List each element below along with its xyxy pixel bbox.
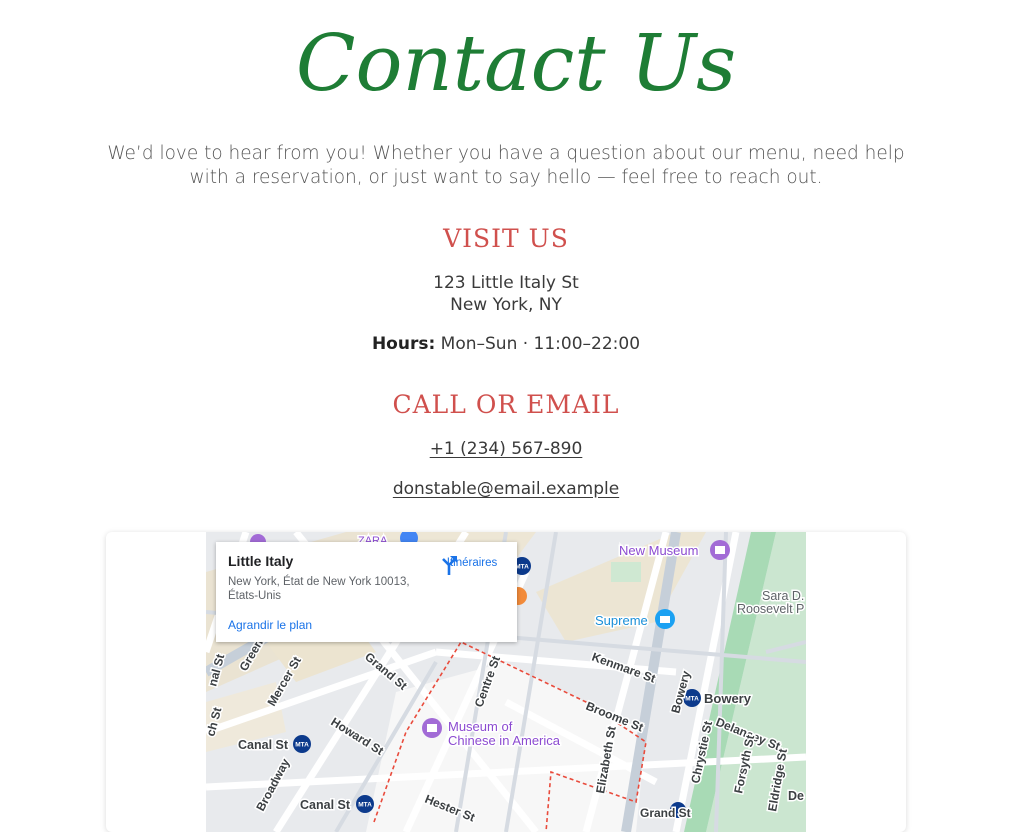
label-de: De [788,789,804,803]
phone-link[interactable]: +1 (234) 567-890 [430,439,583,459]
place-name: Little Italy [228,553,294,569]
hours-line: Hours: Mon–Sun · 11:00–22:00 [0,334,1012,354]
mta-badge-1: MTA [515,564,529,571]
address-line-2: New York, NY [450,295,562,315]
email-link[interactable]: donstable@email.example [393,479,619,499]
label-new-museum: New Museum [619,543,698,558]
mta-badge-2: MTA [685,696,699,703]
mta-badge-3: MTA [295,742,309,749]
label-bowery-station: Bowery [704,691,752,706]
call-heading: CALL OR EMAIL [392,390,620,419]
visit-heading: VISIT US [443,224,569,253]
enlarge-map-link[interactable]: Agrandir le plan [228,618,312,632]
address-line-1: 123 Little Italy St [433,273,579,293]
map-info-card: Little Italy New York, État de New York … [216,542,517,642]
hours-value: Mon–Sun · 11:00–22:00 [440,334,641,354]
map-embed[interactable]: MTA MTA MTA MTA New Museum Sara D. Roose… [206,532,806,832]
label-sara: Sara D. [762,589,804,603]
mta-badge-4: MTA [358,802,372,809]
label-canal-2: Canal St [300,798,351,812]
label-supreme: Supreme [595,613,648,628]
label-grand-2: Grand St [640,806,691,820]
label-canal-1: Canal St [238,738,289,752]
place-address: New York, État de New York 10013, États-… [228,576,410,602]
page-title-text: Contact Us [296,19,736,107]
label-museum-2: Chinese in America [448,733,561,748]
directions-icon [442,556,457,575]
intro-text: We’d love to hear from you! Whether you … [107,143,905,188]
directions-button[interactable]: Itinéraires [438,554,506,575]
hours-label: Hours: [371,334,436,354]
label-museum-1: Museum of [448,719,513,734]
map-card: MTA MTA MTA MTA New Museum Sara D. Roose… [106,532,906,832]
page-title: Contact Us [0,12,1012,107]
label-roosevelt: Roosevelt P [737,602,804,616]
